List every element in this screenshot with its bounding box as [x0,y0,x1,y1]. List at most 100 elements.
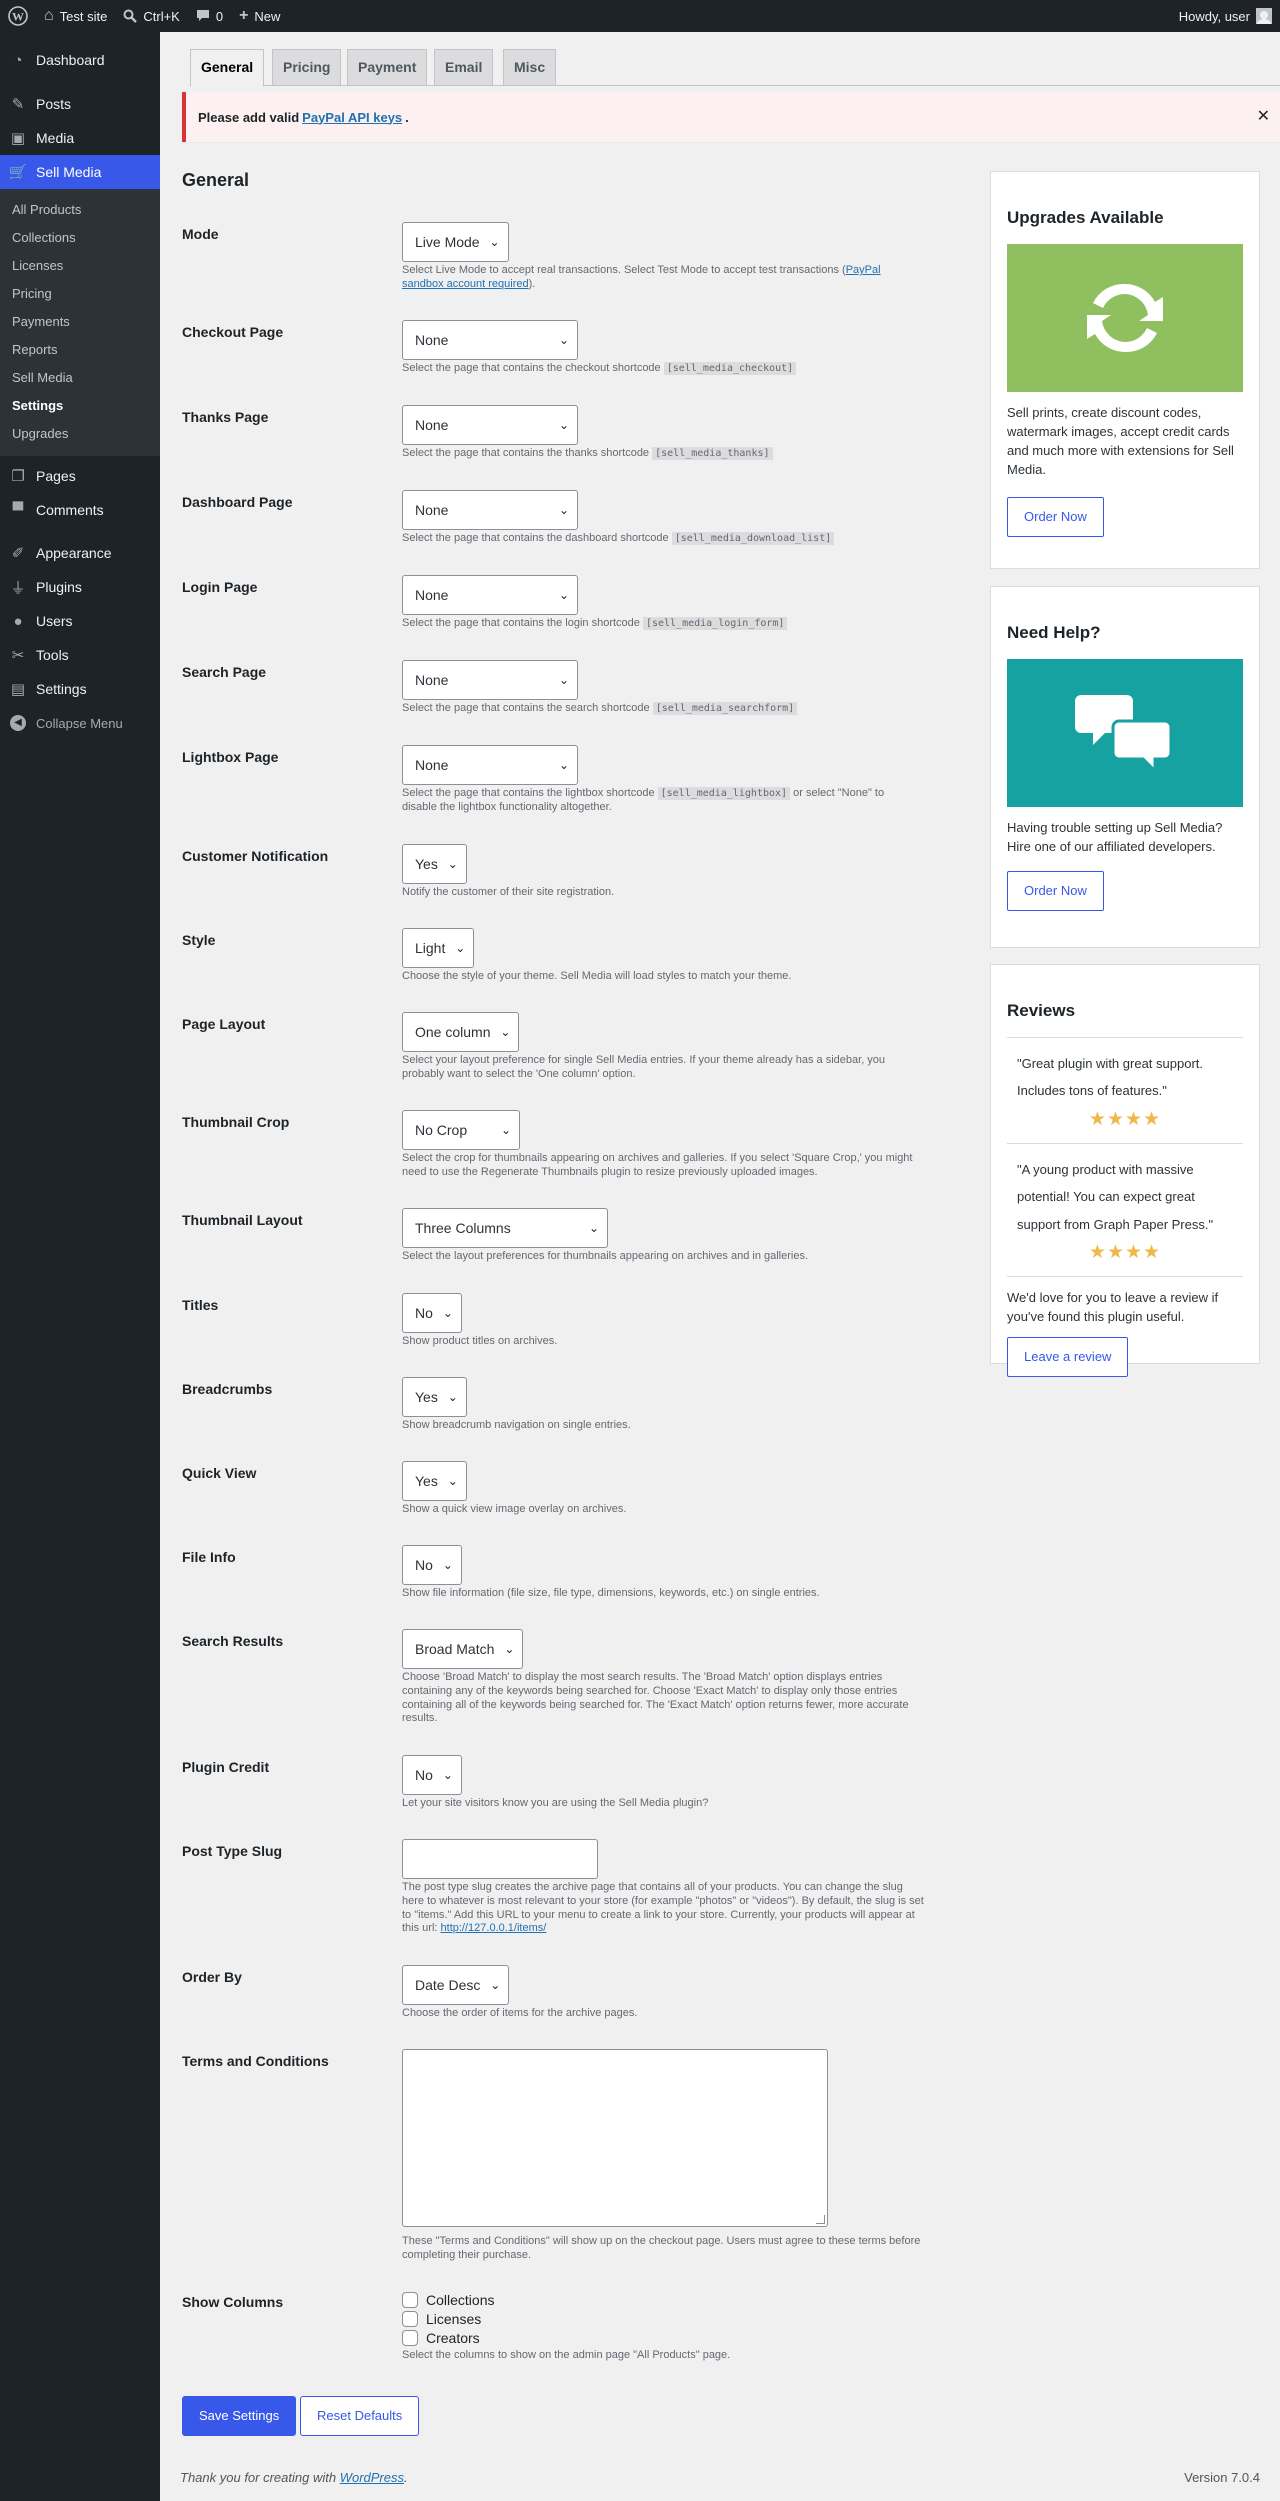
submenu-item-collections[interactable]: Collections [0,224,160,252]
my-account-menu[interactable]: Howdy, user [1179,8,1280,24]
help-order-now-button[interactable]: Order Now [1007,870,1104,911]
submenu-item-settings[interactable]: Settings [0,392,160,420]
search-results-select[interactable]: Broad Match ⌄ [402,1629,524,1669]
search-page-select[interactable]: None ⌄ [402,660,578,700]
setting-description: Show product titles on archives. [402,1335,558,1347]
file-info-select[interactable]: No ⌄ [402,1545,462,1585]
sidebar-item-users[interactable]: ● Users [0,604,160,638]
style-select[interactable]: Light ⌄ [402,928,475,968]
mode-select[interactable]: Live Mode ⌄ [402,222,509,262]
tab-misc[interactable]: Misc [503,49,557,85]
avatar [1256,8,1272,24]
setting-label: Quick View [182,1465,257,1481]
new-content-button[interactable]: + New [231,0,288,32]
save-settings-button[interactable]: Save Settings [182,2396,297,2436]
upgrades-order-now-button[interactable]: Order Now [1007,497,1104,538]
sidebar-item-appearance[interactable]: ✐ Appearance [0,536,160,570]
wordpress-link[interactable]: WordPress [340,2470,404,2485]
setting-label: Order By [182,1969,242,1985]
submenu-item-pricing[interactable]: Pricing [0,280,160,308]
thanks-page-select[interactable]: None ⌄ [402,405,578,445]
sidebar-item-dashboard[interactable]: ◔ Dashboard [0,43,160,77]
wordpress-logo-button[interactable]: W [0,0,36,32]
paypal-api-keys-link[interactable]: PayPal API keys [302,110,402,125]
tab-pricing[interactable]: Pricing [272,49,342,85]
chevron-down-icon: ⌄ [558,333,569,347]
command-palette-button[interactable]: Ctrl+K [115,0,187,32]
collapse-menu-button[interactable]: ◀ Collapse Menu [0,706,160,740]
breadcrumbs-select[interactable]: Yes ⌄ [402,1377,467,1417]
checkout-page-select[interactable]: None ⌄ [402,320,578,360]
comments-link[interactable]: 0 [188,0,231,32]
post-type-slug-input[interactable] [402,1839,598,1879]
sidebar-item-sell-media[interactable]: 🛒 Sell Media [0,155,160,189]
submenu-item-reports[interactable]: Reports [0,336,160,364]
tab-payment[interactable]: Payment [347,49,428,85]
setting-description: These "Terms and Conditions" will show u… [402,2235,921,2261]
reviews-title: Reviews [1007,1001,1076,1020]
submenu-item-payments[interactable]: Payments [0,308,160,336]
reset-defaults-button[interactable]: Reset Defaults [300,2396,420,2436]
customer-notification-select[interactable]: Yes ⌄ [402,844,467,884]
user-icon: ● [13,612,23,630]
setting-label: Style [182,932,216,948]
login-page-select[interactable]: None ⌄ [402,575,578,615]
submenu-item-all-products[interactable]: All Products [0,196,160,224]
licenses-checkbox[interactable] [402,2310,418,2327]
lightbox-page-select[interactable]: None ⌄ [402,745,578,785]
refresh-icon [1087,283,1163,353]
sidebar-item-plugins[interactable]: ⏚ Plugins [0,570,160,604]
setting-description: Select the page that contains the thanks… [402,447,922,461]
thumbnail-layout-select[interactable]: Three Columns ⌄ [402,1208,608,1248]
setting-description: Let your site visitors know you are usin… [402,1797,709,1809]
settings-tabs: General Pricing Payment Email Misc [190,49,1280,87]
admin-sidebar: ◔ Dashboard ✎ Posts ▣ Media 🛒 Sell Media… [0,32,160,2501]
sidebar-item-posts[interactable]: ✎ Posts [0,87,160,121]
sidebar-item-tools[interactable]: ✂ Tools [0,638,160,672]
terms-and-conditions-textarea[interactable] [402,2049,828,2227]
tab-general[interactable]: General [190,49,265,87]
titles-select[interactable]: No ⌄ [402,1293,462,1333]
sidebar-item-pages[interactable]: ❐ Pages [0,459,160,493]
order-by-select[interactable]: Date Desc ⌄ [402,1965,510,2005]
sidebar-item-media[interactable]: ▣ Media [0,121,160,155]
submenu-item-sell-media[interactable]: Sell Media [0,364,160,392]
setting-label: Search Page [182,664,267,680]
site-name-link[interactable]: ⌂ Test site [36,0,115,32]
setting-label: File Info [182,1549,236,1565]
setting-description: Notify the customer of their site regist… [402,886,615,898]
chevron-down-icon: ⌄ [447,1474,458,1488]
setting-label: Thumbnail Crop [182,1114,290,1130]
setting-label: Thumbnail Layout [182,1212,303,1228]
show-column-creators[interactable]: Creators [402,2328,922,2347]
dashboard-page-select[interactable]: None ⌄ [402,490,578,530]
setting-description: Select the crop for thumbnails appearing… [402,1152,913,1178]
show-column-licenses[interactable]: Licenses [402,2309,922,2328]
close-icon[interactable]: ✕ [1257,106,1270,126]
quick-view-select[interactable]: Yes ⌄ [402,1461,467,1501]
setting-label: Titles [182,1297,219,1313]
upgrades-image [1007,244,1243,392]
chat-bubbles-icon [1075,695,1173,775]
sidebar-item-settings[interactable]: ▤ Settings [0,672,160,706]
submenu-item-licenses[interactable]: Licenses [0,252,160,280]
setting-label: Lightbox Page [182,749,279,765]
leave-a-review-button[interactable]: Leave a review [1007,1336,1129,1377]
creators-checkbox[interactable] [402,2329,418,2346]
submenu-item-upgrades[interactable]: Upgrades [0,420,160,448]
page-layout-select[interactable]: One column ⌄ [402,1012,520,1052]
comment-icon: ▀ [12,501,24,519]
admin-bar: W ⌂ Test site Ctrl+K 0 + New Howdy, user [0,0,1280,32]
show-column-collections[interactable]: Collections [402,2290,922,2309]
chevron-down-icon: ⌄ [558,503,569,517]
dashboard-icon: ◔ [13,51,23,69]
plugin-credit-select[interactable]: No ⌄ [402,1755,462,1795]
sidebar-item-comments[interactable]: ▀ Comments [0,493,160,527]
store-url-link[interactable]: http://127.0.0.1/items/ [441,1922,547,1934]
collections-checkbox[interactable] [402,2291,418,2308]
help-title: Need Help? [1007,623,1101,642]
tab-email[interactable]: Email [434,49,494,85]
svg-text:W: W [12,10,24,24]
thumbnail-crop-select[interactable]: No Crop ⌄ [402,1110,520,1150]
setting-label: Customer Notification [182,848,329,864]
